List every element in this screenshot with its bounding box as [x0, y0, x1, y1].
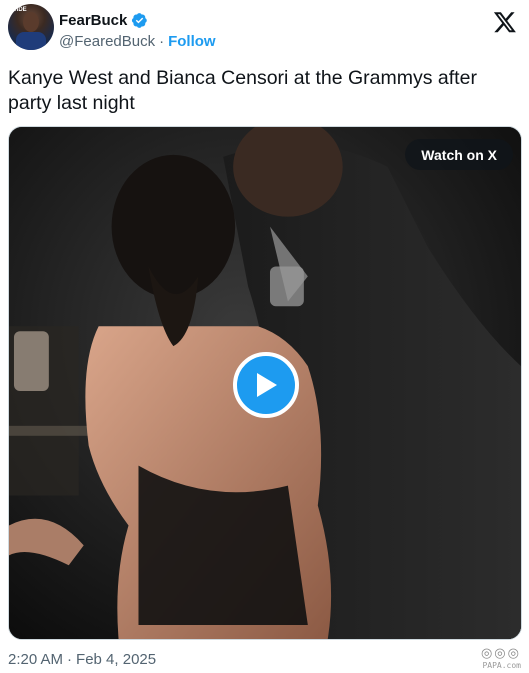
verified-badge-icon [132, 12, 148, 28]
tweet-header: WIDE FearBuck @FearedBuck · Follow [8, 4, 523, 56]
play-icon [257, 373, 277, 397]
watermark: ◎◎◎ PAPA.com [459, 646, 521, 670]
author-handle-row: @FearedBuck · Follow [59, 32, 216, 50]
author-display-name[interactable]: FearBuck [59, 12, 127, 29]
avatar[interactable]: WIDE [8, 4, 54, 50]
watermark-text: PAPA.com [482, 661, 521, 670]
watermark-glyphs: ◎◎◎ [480, 646, 521, 661]
avatar-head [23, 12, 39, 32]
watch-on-x-button[interactable]: Watch on X [405, 139, 513, 170]
author-handle[interactable]: @FearedBuck [59, 33, 155, 50]
avatar-jersey [16, 32, 46, 50]
play-button[interactable] [233, 352, 299, 418]
timestamp-time: 2:20 AM [8, 651, 64, 668]
video-media[interactable]: Watch on X [8, 126, 522, 640]
embedded-tweet-card: WIDE FearBuck @FearedBuck · Follow Kanye… [0, 0, 529, 673]
x-logo-icon[interactable] [493, 10, 517, 34]
handle-separator: · [159, 32, 165, 50]
avatar-text: WIDE [11, 7, 27, 13]
tweet-timestamp[interactable]: 2:20 AM · Feb 4, 2025 [8, 651, 156, 668]
timestamp-date: Feb 4, 2025 [76, 651, 157, 668]
timestamp-separator: · [67, 651, 73, 668]
author-name-row[interactable]: FearBuck [59, 10, 148, 30]
follow-link[interactable]: Follow [168, 33, 216, 50]
tweet-text: Kanye West and Bianca Censori at the Gra… [8, 67, 477, 114]
